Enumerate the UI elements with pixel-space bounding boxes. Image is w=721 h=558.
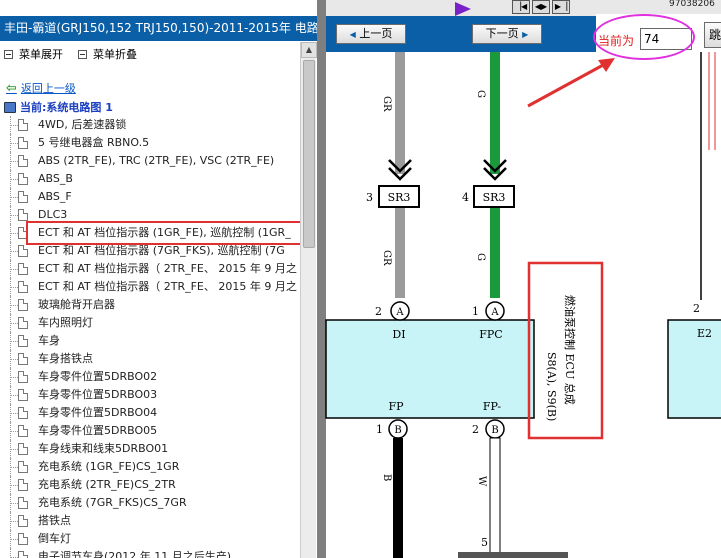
- tree-item[interactable]: ECT 和 AT 档位指示器（ 2TR_FE、 2015 年 9 月之: [0, 260, 300, 278]
- current-node: 当前:系统电路图 1: [4, 99, 113, 115]
- tree-item[interactable]: 车身零件位置5DRBO03: [0, 386, 300, 404]
- collapse-icon: [78, 49, 87, 59]
- prev-page-label: 上一页: [359, 27, 393, 40]
- menu-expand-button[interactable]: 菜单展开: [4, 46, 63, 62]
- back-link[interactable]: ⇦ 返回上一级: [6, 80, 76, 96]
- tree-item[interactable]: 车身零件位置5DRBO04: [0, 404, 300, 422]
- back-link-label: 返回上一级: [20, 82, 76, 95]
- document-icon: [18, 317, 28, 329]
- page-number-input[interactable]: [640, 28, 692, 50]
- tree-list: 4WD, 后差速器锁 5 号继电器盒 RBNO.5 ABS (2TR_FE), …: [0, 116, 300, 558]
- tree-scrollbar[interactable]: ▲: [300, 42, 317, 558]
- next-page-label: 下一页: [485, 27, 519, 40]
- tree-item[interactable]: 充电系统 (1GR_FE)CS_1GR: [0, 458, 300, 476]
- prev-page-button[interactable]: ◀ 上一页: [336, 24, 406, 44]
- document-icon: [18, 551, 28, 558]
- tree-item[interactable]: 4WD, 后差速器锁: [0, 116, 300, 134]
- computer-icon: [4, 101, 16, 113]
- tree-item[interactable]: 车身零件位置5DRBO02: [0, 368, 300, 386]
- expand-icon: [4, 49, 13, 59]
- menu-collapse-label: 菜单折叠: [93, 48, 137, 61]
- triangle-left-icon: ◀: [349, 30, 356, 39]
- document-icon: [18, 119, 28, 131]
- document-icon: [18, 353, 28, 365]
- first-page-icon[interactable]: ▕◀: [512, 0, 530, 14]
- jump-button[interactable]: 跳: [704, 22, 721, 48]
- tree-item[interactable]: 倒车灯: [0, 530, 300, 548]
- document-icon: [18, 425, 28, 437]
- fit-page-icon[interactable]: ◀▶: [532, 0, 550, 14]
- document-icon: [18, 371, 28, 383]
- back-arrow-icon: ⇦: [6, 80, 17, 96]
- triangle-right-icon: ▶: [522, 30, 529, 39]
- tree-item[interactable]: 电子调节车身(2012 年 11 月之后生产): [0, 548, 300, 558]
- document-icon: [18, 263, 28, 275]
- tree-item[interactable]: ABS_B: [0, 170, 300, 188]
- menu-expand-label: 菜单展开: [19, 48, 63, 61]
- tree-item[interactable]: ECT 和 AT 档位指示器（ 2TR_FE、 2015 年 9 月之: [0, 278, 300, 296]
- document-icon: [18, 155, 28, 167]
- app-window: 丰田-霸道(GRJ150,152 TRJ150,150)-2011-2015年 …: [0, 0, 721, 558]
- tree-item[interactable]: 车身: [0, 332, 300, 350]
- document-icon: [18, 209, 28, 221]
- pane-splitter[interactable]: [317, 0, 326, 558]
- tree-item[interactable]: 搭铁点: [0, 512, 300, 530]
- right-panel: ◀ 上一页 下一页 ▶ 当前为 跳: [326, 0, 721, 558]
- document-icon: [18, 443, 28, 455]
- current-page-prefix: 当前为: [598, 34, 635, 48]
- document-icon: [18, 173, 28, 185]
- top-toolbar-icons: ▕◀ ◀▶ ▶▕: [512, 0, 570, 16]
- document-icon: [18, 137, 28, 149]
- tree-item[interactable]: DLC3: [0, 206, 300, 224]
- left-panel: 丰田-霸道(GRJ150,152 TRJ150,150)-2011-2015年 …: [0, 0, 317, 558]
- document-icon: [18, 479, 28, 491]
- document-icon: [18, 497, 28, 509]
- tree-item[interactable]: ABS (2TR_FE), TRC (2TR_FE), VSC (2TR_FE): [0, 152, 300, 170]
- page-jump-area: 当前为 跳: [596, 14, 721, 54]
- document-icon: [18, 245, 28, 257]
- zoom-icon[interactable]: ▶▕: [552, 0, 570, 14]
- document-icon: [18, 227, 28, 239]
- tree-item[interactable]: 车内照明灯: [0, 314, 300, 332]
- tree-item[interactable]: 玻璃舱背开启器: [0, 296, 300, 314]
- purple-triangle-icon: [455, 2, 471, 16]
- menu-collapse-button[interactable]: 菜单折叠: [78, 46, 137, 62]
- document-icon: [18, 281, 28, 293]
- document-icon: [18, 533, 28, 545]
- document-icon: [18, 191, 28, 203]
- tree-item[interactable]: 5 号继电器盒 RBNO.5: [0, 134, 300, 152]
- tree-item[interactable]: 充电系统 (7GR_FKS)CS_7GR: [0, 494, 300, 512]
- tree-item[interactable]: 车身零件位置5DRBO05: [0, 422, 300, 440]
- current-node-label: 当前:系统电路图 1: [20, 101, 113, 114]
- tree-item-selected[interactable]: ECT 和 AT 档位指示器 (1GR_FE), 巡航控制 (1GR_: [0, 224, 300, 242]
- top-partial-text: 97038206: [669, 0, 715, 9]
- document-icon: [18, 461, 28, 473]
- document-icon: [18, 299, 28, 311]
- tree-item[interactable]: ABS_F: [0, 188, 300, 206]
- scroll-thumb[interactable]: [303, 60, 315, 248]
- tree-item[interactable]: 车身搭铁点: [0, 350, 300, 368]
- tree-item[interactable]: 充电系统 (2TR_FE)CS_2TR: [0, 476, 300, 494]
- panel-title: 丰田-霸道(GRJ150,152 TRJ150,150)-2011-2015年 …: [0, 16, 317, 41]
- tree-item[interactable]: 车身线束和线束5DRBO01: [0, 440, 300, 458]
- document-icon: [18, 515, 28, 527]
- document-icon: [18, 407, 28, 419]
- scroll-up-arrow-icon[interactable]: ▲: [301, 42, 317, 58]
- tree-item[interactable]: ECT 和 AT 档位指示器 (7GR_FKS), 巡航控制 (7G: [0, 242, 300, 260]
- document-icon: [18, 389, 28, 401]
- next-page-button[interactable]: 下一页 ▶: [472, 24, 542, 44]
- document-icon: [18, 335, 28, 347]
